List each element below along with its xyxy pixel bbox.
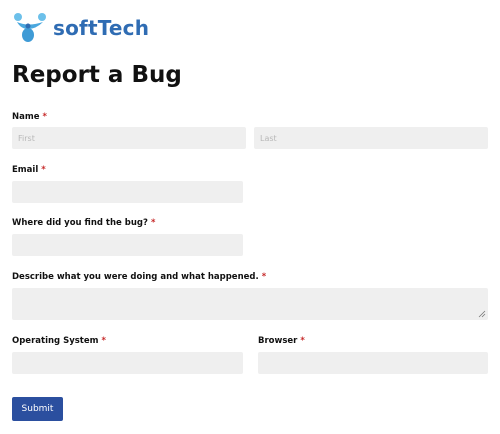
required-marker: * <box>101 336 106 346</box>
submit-button[interactable]: Submit <box>12 397 63 421</box>
location-label: Where did you find the bug? * <box>12 218 155 228</box>
last-name-input[interactable] <box>254 127 488 149</box>
required-marker: * <box>261 272 267 282</box>
required-marker: * <box>300 336 305 346</box>
email-label: Email * <box>12 165 46 175</box>
browser-label-text: Browser <box>258 336 298 346</box>
brand-name: softTech <box>53 16 150 40</box>
os-label-text: Operating System <box>12 336 99 346</box>
email-input[interactable] <box>12 181 243 203</box>
description-label-text: Describe what you were doing and what ha… <box>12 272 259 282</box>
bug-location-input[interactable] <box>12 234 243 256</box>
first-name-input[interactable] <box>12 127 246 149</box>
description-label: Describe what you were doing and what ha… <box>12 272 266 282</box>
description-textarea[interactable] <box>12 288 488 320</box>
logo-icon <box>14 13 46 42</box>
email-label-text: Email <box>12 165 39 175</box>
required-marker: * <box>41 165 46 175</box>
browser-input[interactable] <box>258 352 488 374</box>
name-label: Name * <box>12 112 47 122</box>
required-marker: * <box>42 112 47 122</box>
name-label-text: Name <box>12 112 40 122</box>
brand-logo: softTech <box>12 12 149 44</box>
page-title: Report a Bug <box>12 62 182 88</box>
location-label-text: Where did you find the bug? <box>12 218 148 228</box>
operating-system-input[interactable] <box>12 352 243 374</box>
os-label: Operating System * <box>12 336 106 346</box>
required-marker: * <box>150 218 156 228</box>
resize-grip-icon[interactable] <box>478 310 486 318</box>
browser-label: Browser * <box>258 336 305 346</box>
